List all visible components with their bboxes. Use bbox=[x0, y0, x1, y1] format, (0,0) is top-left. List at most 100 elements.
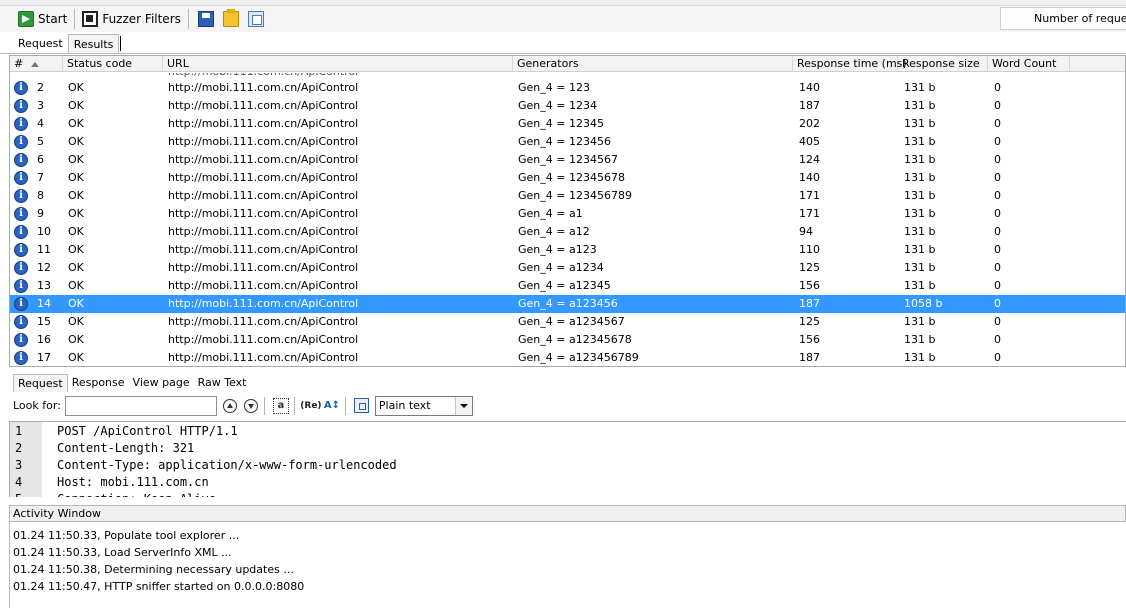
cell-response-time: 140 bbox=[799, 171, 820, 184]
cell-url: http://mobi.111.com.cn/ApiControl bbox=[168, 279, 359, 292]
table-row[interactable]: i 8 OK http://mobi.111.com.cn/ApiControl Gen… bbox=[10, 187, 1125, 205]
tab-detail-request[interactable]: Request bbox=[13, 374, 68, 392]
log-entry: 01.24 11:50.33, Populate tool explorer .… bbox=[13, 529, 240, 542]
column-header-status-code[interactable]: Status code bbox=[63, 56, 163, 72]
cell-response-size: 131 b bbox=[904, 279, 936, 292]
folder-open-icon bbox=[222, 9, 239, 27]
cell-url: http://mobi.111.com.cn/ApiControl bbox=[168, 135, 359, 148]
cell-response-size: 131 b bbox=[904, 333, 936, 346]
sort-button[interactable]: A↕ bbox=[323, 397, 341, 415]
info-icon: i bbox=[14, 243, 28, 257]
cell-generator: Gen_4 = 1234 bbox=[518, 99, 597, 112]
cell-url: http://mobi.111.com.cn/ApiControl bbox=[168, 243, 359, 256]
detail-tabs: Request Response View page Raw Text bbox=[0, 373, 1126, 392]
request-editor[interactable]: 1 POST /ApiControl HTTP/1.1 2 Content-Lengt… bbox=[9, 421, 1126, 497]
cell-number: 11 bbox=[37, 243, 51, 256]
table-row[interactable]: i 4 OK http://mobi.111.com.cn/ApiControl Gen… bbox=[10, 115, 1125, 133]
start-icon bbox=[18, 11, 34, 27]
cell-response-size: 131 b bbox=[904, 99, 936, 112]
regex-button[interactable]: (Re) bbox=[300, 397, 321, 415]
table-row[interactable]: i 12 OK http://mobi.111.com.cn/ApiControl Ge… bbox=[10, 259, 1125, 277]
chevron-down-icon[interactable] bbox=[454, 396, 472, 415]
cell-word-count: 0 bbox=[994, 333, 1001, 346]
info-icon: i bbox=[14, 225, 28, 239]
tab-request[interactable]: Request bbox=[13, 34, 68, 53]
editor-line: 3 Content-Type: application/x-www-form-ur… bbox=[10, 457, 1126, 474]
cell-number: 3 bbox=[37, 99, 44, 112]
word-wrap-button[interactable] bbox=[353, 397, 371, 415]
cell-word-count: 0 bbox=[994, 99, 1001, 112]
cell-number: 10 bbox=[37, 225, 51, 238]
cell-url: http://mobi.111.com.cn/ApiControl bbox=[168, 189, 359, 202]
column-header-response-time[interactable]: Response time (ms) bbox=[793, 56, 907, 72]
cell-word-count: 0 bbox=[994, 261, 1001, 274]
cell-generator: Gen_4 = a12345678 bbox=[518, 333, 632, 346]
cell-status: OK bbox=[68, 333, 84, 346]
table-row[interactable]: i 10 OK http://mobi.111.com.cn/ApiControl Ge… bbox=[10, 223, 1125, 241]
cell-url: http://mobi.111.com.cn/ApiControl bbox=[168, 351, 359, 364]
cell-status: OK bbox=[68, 207, 84, 220]
tab-results[interactable]: Results bbox=[67, 34, 120, 53]
find-previous-button[interactable] bbox=[221, 397, 239, 415]
table-row[interactable]: i 3 OK http://mobi.111.com.cn/ApiControl Gen… bbox=[10, 97, 1125, 115]
results-grid[interactable]: # Status code URL Generators Response ti… bbox=[9, 55, 1126, 367]
cell-number: 12 bbox=[37, 261, 51, 274]
cell-response-time: 171 bbox=[799, 189, 820, 202]
fuzzer-filters-button[interactable]: Fuzzer Filters bbox=[78, 8, 185, 30]
column-header-word-count[interactable]: Word Count bbox=[988, 56, 1070, 72]
editor-line: 1 POST /ApiControl HTTP/1.1 bbox=[10, 423, 1126, 440]
table-row[interactable]: i 7 OK http://mobi.111.com.cn/ApiControl Gen… bbox=[10, 169, 1125, 187]
open-button[interactable] bbox=[220, 8, 242, 30]
cell-generator: Gen_4 = 1234567 bbox=[518, 153, 618, 166]
cell-response-time: 187 bbox=[799, 297, 820, 310]
table-row[interactable]: i 9 OK http://mobi.111.com.cn/ApiControl Gen… bbox=[10, 205, 1125, 223]
tab-detail-view-page[interactable]: View page bbox=[129, 374, 194, 392]
log-entry: 01.24 11:50.33, Load ServerInfo XML ... bbox=[13, 546, 232, 559]
cell-word-count: 0 bbox=[994, 171, 1001, 184]
column-header-response-size[interactable]: Response size bbox=[898, 56, 988, 72]
table-row[interactable]: i 5 OK http://mobi.111.com.cn/ApiControl Gen… bbox=[10, 133, 1125, 151]
look-for-input[interactable] bbox=[64, 395, 217, 416]
table-row[interactable]: i 13 OK http://mobi.111.com.cn/ApiControl Ge… bbox=[10, 277, 1125, 295]
toolbar: Start Fuzzer Filters bbox=[0, 6, 1126, 32]
find-next-button[interactable] bbox=[242, 397, 260, 415]
cell-number: 2 bbox=[37, 81, 44, 94]
cell-generator: Gen_4 = a1234567 bbox=[518, 315, 625, 328]
info-icon: i bbox=[14, 297, 28, 311]
export-button[interactable] bbox=[245, 8, 267, 30]
column-header-generators[interactable]: Generators bbox=[513, 56, 793, 72]
cell-generator: Gen_4 = a1234 bbox=[518, 261, 604, 274]
column-header-number[interactable]: # bbox=[10, 56, 63, 72]
table-row[interactable]: i 16 OK http://mobi.111.com.cn/ApiControl Ge… bbox=[10, 331, 1125, 349]
line-number: 4 bbox=[15, 475, 23, 489]
word-wrap-icon bbox=[354, 398, 370, 413]
toolbar-separator bbox=[74, 9, 76, 29]
cell-status: OK bbox=[68, 351, 84, 364]
save-button[interactable] bbox=[195, 8, 217, 30]
tab-detail-raw-text[interactable]: Raw Text bbox=[194, 374, 251, 392]
table-row[interactable]: i 14 OK http://mobi.111.com.cn/ApiControl Ge… bbox=[10, 295, 1125, 313]
table-row[interactable]: i 15 OK http://mobi.111.com.cn/ApiControl Ge… bbox=[10, 313, 1125, 331]
table-row[interactable]: i 6 OK http://mobi.111.com.cn/ApiControl Gen… bbox=[10, 151, 1125, 169]
table-row[interactable]: i 11 OK http://mobi.111.com.cn/ApiControl Ge… bbox=[10, 241, 1125, 259]
cell-url: http://mobi.111.com.cn/ApiControl bbox=[168, 81, 359, 94]
log-entry: 01.24 11:50.47, HTTP sniffer started on … bbox=[13, 580, 305, 593]
search-mode-select[interactable]: Plain text bbox=[374, 395, 473, 416]
match-case-button[interactable]: a bbox=[272, 397, 290, 415]
start-button[interactable]: Start bbox=[14, 8, 71, 30]
cell-status: OK bbox=[68, 297, 84, 310]
table-row[interactable]: i 2 OK http://mobi.111.com.cn/ApiControl Gen… bbox=[10, 79, 1125, 97]
table-row[interactable]: i 17 OK http://mobi.111.com.cn/ApiControl Ge… bbox=[10, 349, 1125, 366]
cell-generator: Gen_4 = a1 bbox=[518, 207, 583, 220]
tab-detail-response[interactable]: Response bbox=[68, 374, 129, 392]
info-icon: i bbox=[14, 81, 28, 95]
cell-word-count: 0 bbox=[994, 297, 1001, 310]
info-icon: i bbox=[14, 99, 28, 113]
cell-generator: Gen_4 = 123456 bbox=[518, 135, 611, 148]
column-header-url[interactable]: URL bbox=[163, 56, 513, 72]
cell-response-size: 131 b bbox=[904, 117, 936, 130]
cell-number: 15 bbox=[37, 315, 51, 328]
cell-url: http://mobi.111.com.cn/ApiControl bbox=[168, 117, 359, 130]
search-mode-value: Plain text bbox=[378, 398, 431, 412]
partial-row: http://mobi.111.com.cn/ApiControl bbox=[10, 73, 1125, 78]
